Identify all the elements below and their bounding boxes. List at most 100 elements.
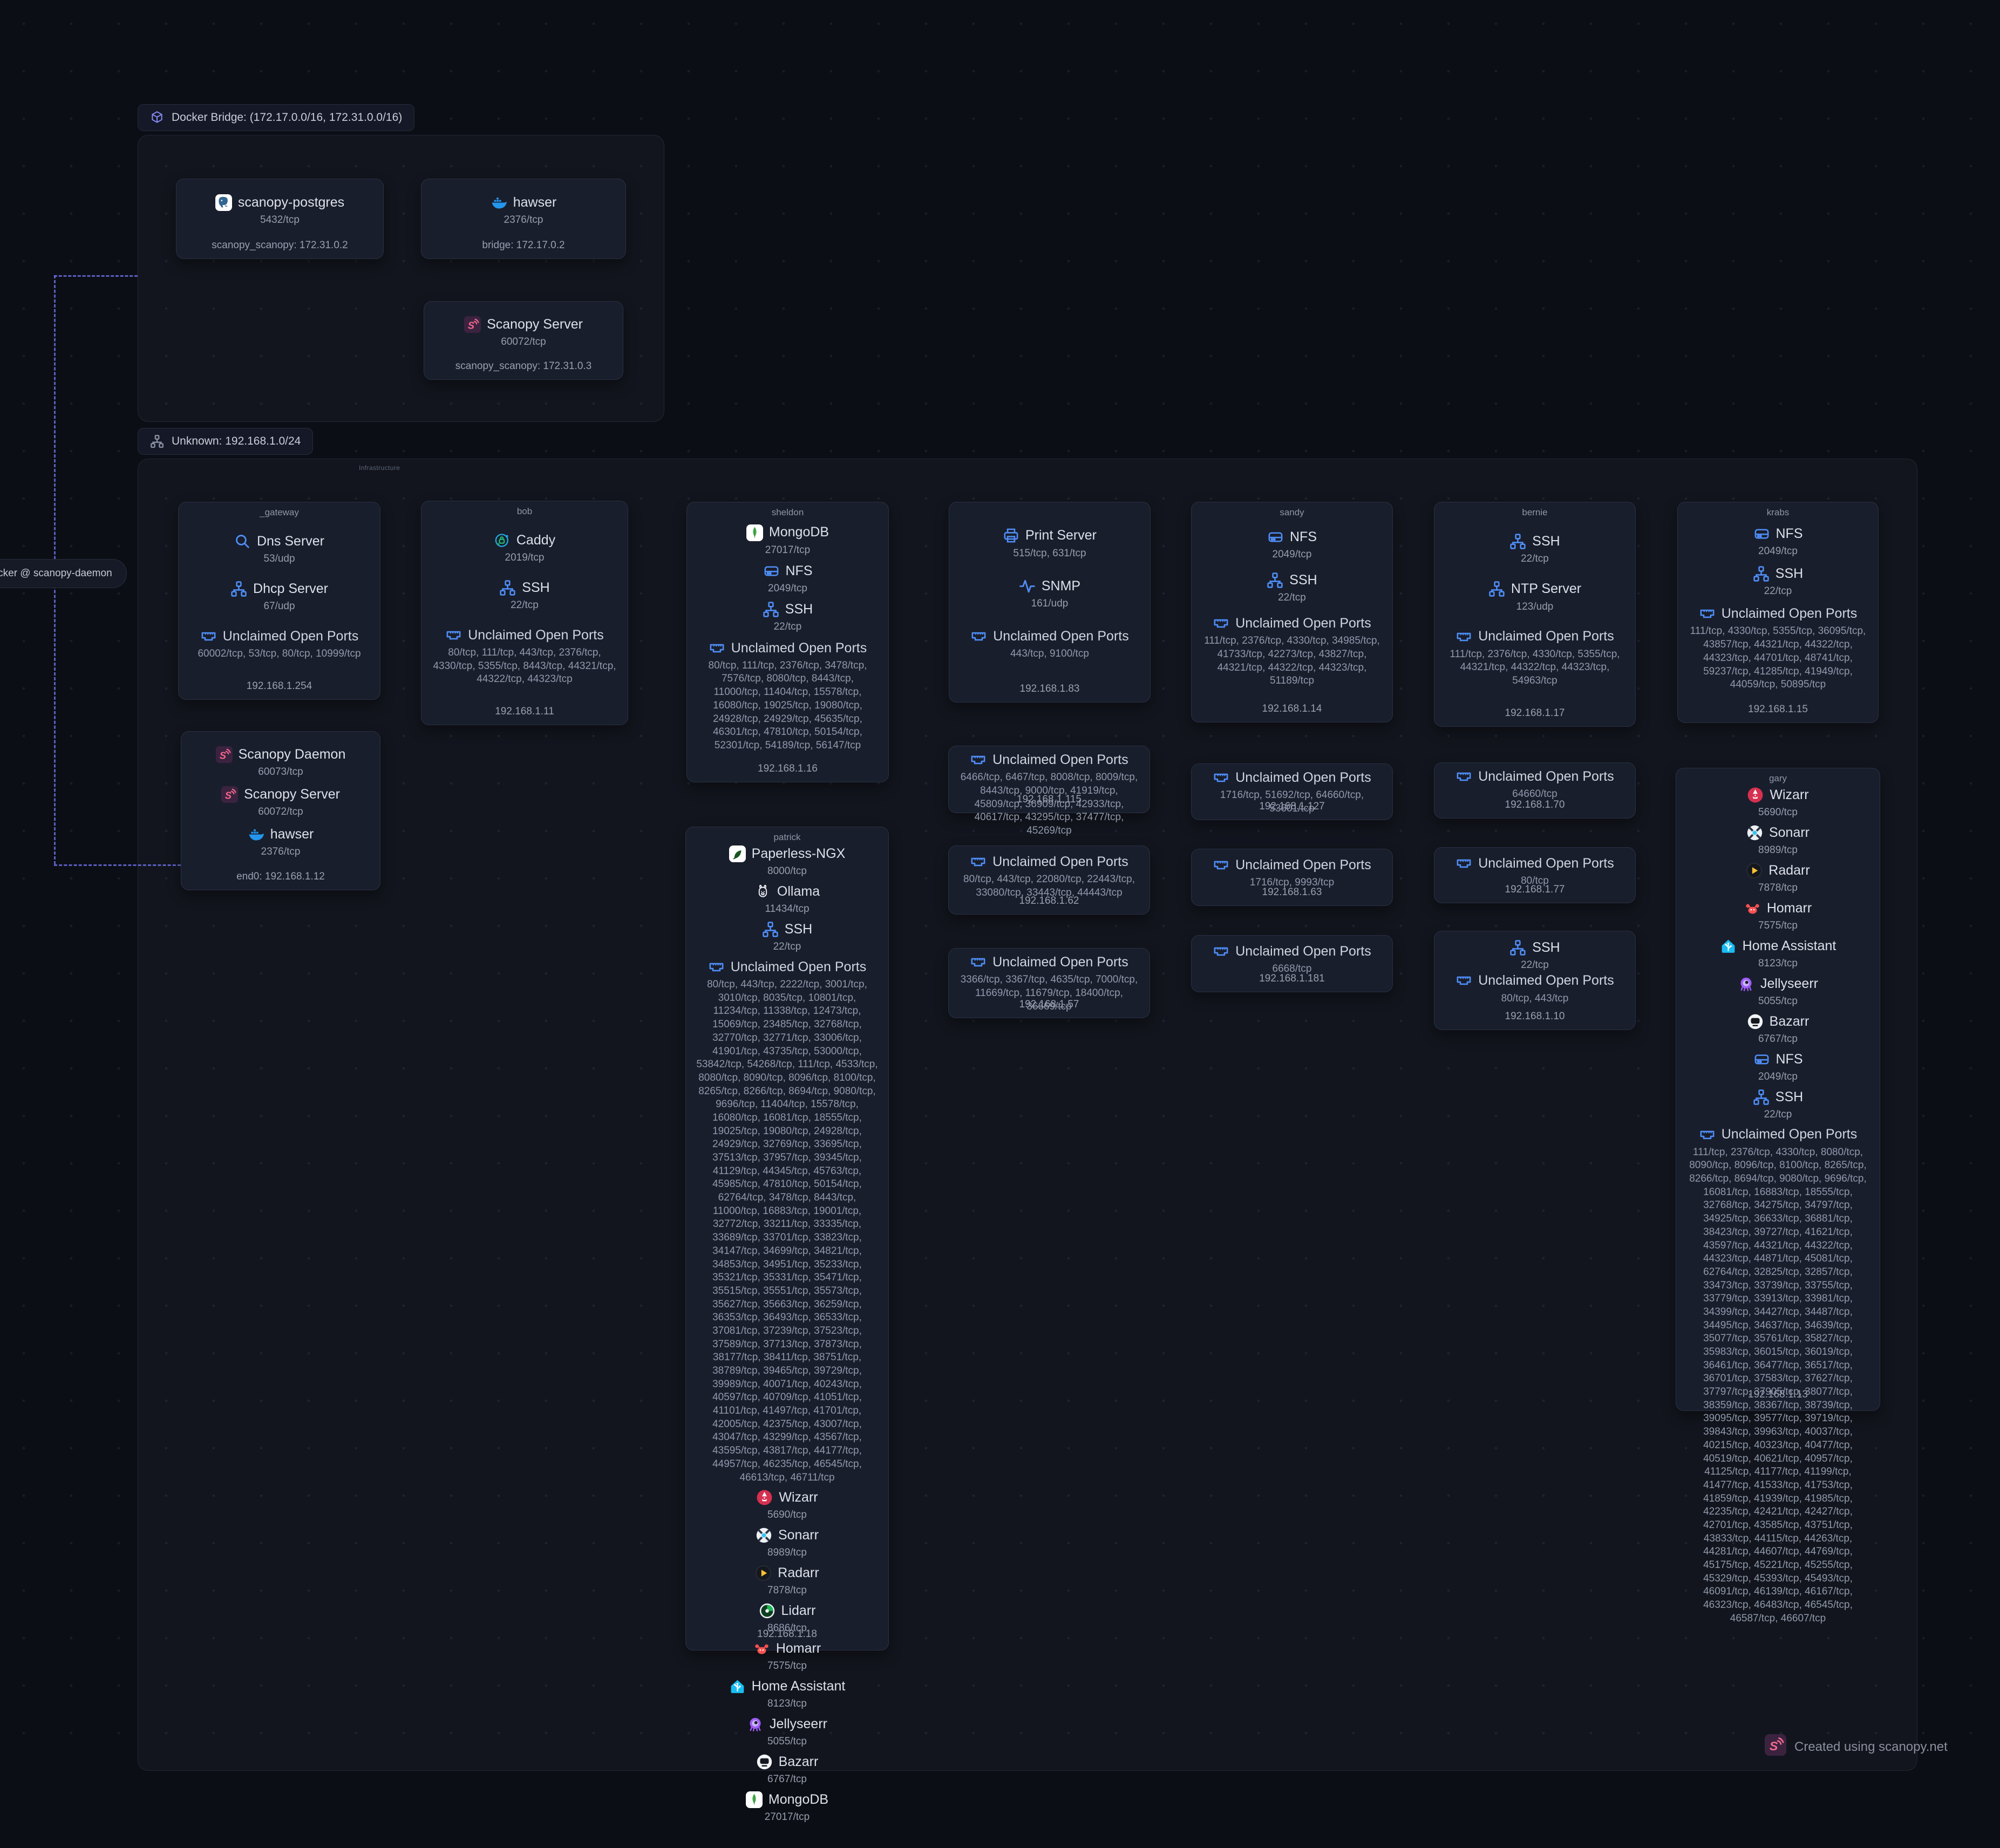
network-icon: [230, 581, 247, 597]
service-unclaimed-open-ports[interactable]: Unclaimed Open Ports 80/tcp, 111/tcp, 23…: [692, 640, 883, 753]
service-unclaimed-open-ports[interactable]: Unclaimed Open Ports 60002/tcp, 53/tcp, …: [184, 628, 375, 661]
service-sonarr[interactable]: Sonarr 8989/tcp: [691, 1527, 883, 1560]
host-card-scanopy-postgres[interactable]: scanopy-postgres 5432/tcp scanopy_scanop…: [176, 179, 384, 259]
service-sonarr[interactable]: Sonarr 8989/tcp: [1682, 824, 1874, 857]
service-ports: 60002/tcp, 53/tcp, 80/tcp, 10999/tcp: [184, 647, 375, 661]
scanopy-icon: S: [1765, 1734, 1786, 1760]
service-bazarr[interactable]: Bazarr 6767/tcp: [691, 1754, 883, 1786]
service-scanopy-postgres[interactable]: scanopy-postgres 5432/tcp: [182, 194, 378, 227]
service-ports: 22/tcp: [692, 620, 883, 634]
host-card-host-70[interactable]: Unclaimed Open Ports 64660/tcp 192.168.1…: [1434, 762, 1636, 819]
service-ssh[interactable]: SSH 22/tcp: [692, 601, 883, 634]
service-hawser[interactable]: hawser 2376/tcp: [427, 194, 620, 227]
service-scanopy-server[interactable]: S Scanopy Server 60072/tcp: [187, 786, 375, 819]
service-dns-server[interactable]: Dns Server 53/udp: [184, 533, 375, 566]
host-card-hawser-bridge[interactable]: hawser 2376/tcp bridge: 172.17.0.2: [421, 179, 626, 259]
service-unclaimed-open-ports[interactable]: Unclaimed Open Ports 443/tcp, 9100/tcp: [955, 628, 1145, 661]
scanopy-icon: S: [464, 316, 481, 333]
service-ssh[interactable]: SSH 22/tcp: [1440, 533, 1630, 566]
ethernet-icon: [709, 640, 725, 657]
host-card-host-127[interactable]: Unclaimed Open Ports 1716/tcp, 51692/tcp…: [1191, 763, 1393, 820]
host-ip: 192.168.1.11: [421, 706, 628, 718]
host-card-scanopy-daemon-host[interactable]: S Scanopy Daemon 60073/tcp S Scanopy Ser…: [181, 731, 380, 890]
service-nfs[interactable]: NFS 2049/tcp: [1197, 529, 1387, 562]
service-ollama[interactable]: Ollama 11434/tcp: [691, 883, 883, 916]
service-scanopy-daemon[interactable]: S Scanopy Daemon 60073/tcp: [187, 746, 375, 779]
service-ssh[interactable]: SSH 22/tcp: [691, 921, 883, 954]
host-card-krabs[interactable]: krabs NFS 2049/tcp SSH 22/tcp Unclaimed …: [1677, 502, 1879, 723]
service-dhcp-server[interactable]: Dhcp Server 67/udp: [184, 581, 375, 613]
host-card-gary[interactable]: gary Wizarr 5690/tcp Sonarr 8989/tcp Rad…: [1676, 768, 1880, 1411]
host-card-gateway[interactable]: _gateway Dns Server 53/udp Dhcp Server 6…: [178, 502, 380, 700]
host-card-sheldon[interactable]: sheldon MongoDB 27017/tcp NFS 2049/tcp S…: [686, 502, 889, 782]
service-jellyseerr[interactable]: Jellyseerr 5055/tcp: [691, 1716, 883, 1749]
service-nfs[interactable]: NFS 2049/tcp: [692, 563, 883, 596]
service-jellyseerr[interactable]: Jellyseerr 5055/tcp: [1682, 976, 1874, 1008]
service-ports: 6767/tcp: [1682, 1033, 1874, 1046]
service-unclaimed-open-ports[interactable]: Unclaimed Open Ports 80/tcp, 443/tcp: [1440, 972, 1630, 1005]
service-nfs[interactable]: NFS 2049/tcp: [1683, 526, 1873, 558]
service-scanopy-server[interactable]: S Scanopy Server 60072/tcp: [430, 316, 617, 349]
service-wizarr[interactable]: Wizarr 5690/tcp: [1682, 787, 1874, 820]
service-paperless-ngx[interactable]: Paperless-NGX 8000/tcp: [691, 845, 883, 878]
host-card-host-10[interactable]: SSH 22/tcp Unclaimed Open Ports 80/tcp, …: [1434, 931, 1636, 1030]
service-radarr[interactable]: Radarr 7878/tcp: [691, 1565, 883, 1598]
group-pill-docker-bridge[interactable]: Docker Bridge: (172.17.0.0/16, 172.31.0.…: [138, 104, 414, 131]
group-pill-unknown-network[interactable]: Unknown: 192.168.1.0/24: [138, 428, 313, 455]
host-card-scanopy-server-bridge[interactable]: S Scanopy Server 60072/tcp scanopy_scano…: [424, 301, 623, 380]
service-ssh[interactable]: SSH 22/tcp: [1197, 572, 1387, 605]
host-card-host-77[interactable]: Unclaimed Open Ports 80/tcp 192.168.1.77: [1434, 847, 1636, 903]
service-unclaimed-open-ports[interactable]: Unclaimed Open Ports 111/tcp, 4330/tcp, …: [1683, 605, 1873, 692]
service-bazarr[interactable]: Bazarr 6767/tcp: [1682, 1013, 1874, 1046]
service-ports: 60073/tcp: [187, 766, 375, 779]
host-card-host-63[interactable]: Unclaimed Open Ports 1716/tcp, 9993/tcp …: [1191, 849, 1393, 906]
service-ssh[interactable]: SSH 22/tcp: [1683, 565, 1873, 598]
service-print-server[interactable]: Print Server 515/tcp, 631/tcp: [955, 527, 1145, 560]
host-title: gary: [1676, 773, 1880, 784]
service-hawser[interactable]: hawser 2376/tcp: [187, 826, 375, 859]
service-ssh[interactable]: SSH 22/tcp: [1682, 1089, 1874, 1122]
host-card-host-57[interactable]: Unclaimed Open Ports 3366/tcp, 3367/tcp,…: [948, 948, 1150, 1018]
postgres-icon: [215, 194, 232, 211]
service-ssh[interactable]: SSH 22/tcp: [427, 579, 622, 612]
service-unclaimed-open-ports[interactable]: Unclaimed Open Ports 80/tcp, 443/tcp, 22…: [691, 959, 883, 1484]
service-unclaimed-open-ports[interactable]: Unclaimed Open Ports 80/tcp, 111/tcp, 44…: [427, 627, 622, 686]
service-wizarr[interactable]: Wizarr 5690/tcp: [691, 1489, 883, 1522]
service-homarr[interactable]: Homarr 7575/tcp: [1682, 900, 1874, 933]
service-caddy[interactable]: Caddy 2019/tcp: [427, 532, 622, 565]
service-unclaimed-open-ports[interactable]: Unclaimed Open Ports 80/tcp, 443/tcp, 22…: [954, 854, 1144, 900]
service-ports: 22/tcp: [1197, 591, 1387, 605]
service-nfs[interactable]: NFS 2049/tcp: [1682, 1051, 1874, 1084]
host-card-host-115[interactable]: Unclaimed Open Ports 6466/tcp, 6467/tcp,…: [948, 746, 1150, 813]
service-homarr[interactable]: Homarr 7575/tcp: [691, 1640, 883, 1673]
service-unclaimed-open-ports[interactable]: Unclaimed Open Ports 111/tcp, 2376/tcp, …: [1682, 1126, 1874, 1625]
host-card-printer-host[interactable]: Print Server 515/tcp, 631/tcp SNMP 161/u…: [949, 502, 1151, 703]
service-unclaimed-open-ports[interactable]: Unclaimed Open Ports 1716/tcp, 9993/tcp: [1197, 857, 1387, 890]
service-radarr[interactable]: Radarr 7878/tcp: [1682, 862, 1874, 895]
host-card-host-62[interactable]: Unclaimed Open Ports 80/tcp, 443/tcp, 22…: [948, 845, 1150, 915]
host-card-bob[interactable]: bob Caddy 2019/tcp SSH 22/tcp Unclaimed …: [421, 501, 628, 725]
service-ntp-server[interactable]: NTP Server 123/udp: [1440, 581, 1630, 613]
host-card-host-181[interactable]: Unclaimed Open Ports 6668/tcp 192.168.1.…: [1191, 935, 1393, 992]
wizarr-icon: [1747, 787, 1764, 803]
service-ports: 60072/tcp: [187, 806, 375, 819]
service-ssh[interactable]: SSH 22/tcp: [1440, 939, 1630, 972]
service-mongodb[interactable]: MongoDB 27017/tcp: [691, 1791, 883, 1824]
service-unclaimed-open-ports[interactable]: Unclaimed Open Ports 111/tcp, 2376/tcp, …: [1197, 615, 1387, 688]
service-home-assistant[interactable]: Home Assistant 8123/tcp: [691, 1678, 883, 1711]
host-card-sandy[interactable]: sandy NFS 2049/tcp SSH 22/tcp Unclaimed …: [1191, 502, 1393, 722]
service-snmp[interactable]: SNMP 161/udp: [955, 578, 1145, 611]
ethernet-icon: [1455, 768, 1472, 785]
service-unclaimed-open-ports[interactable]: Unclaimed Open Ports 111/tcp, 2376/tcp, …: [1440, 628, 1630, 687]
service-mongodb[interactable]: MongoDB 27017/tcp: [692, 524, 883, 557]
bazarr-icon: [1747, 1013, 1764, 1030]
scanopy-credit[interactable]: S Created using scanopy.net: [1765, 1734, 1948, 1760]
host-card-patrick[interactable]: patrick Paperless-NGX 8000/tcp Ollama 11…: [685, 827, 889, 1651]
service-unclaimed-open-ports[interactable]: Unclaimed Open Ports 6668/tcp: [1197, 943, 1387, 976]
connector-segment-bottom: [54, 864, 181, 866]
host-card-bernie[interactable]: bernie SSH 22/tcp NTP Server 123/udp Unc…: [1434, 502, 1636, 727]
service-unclaimed-open-ports[interactable]: Unclaimed Open Ports 80/tcp: [1440, 855, 1630, 888]
service-ports: 111/tcp, 2376/tcp, 4330/tcp, 8080/tcp, 8…: [1682, 1146, 1874, 1626]
service-unclaimed-open-ports[interactable]: Unclaimed Open Ports 64660/tcp: [1440, 768, 1630, 801]
service-home-assistant[interactable]: Home Assistant 8123/tcp: [1682, 938, 1874, 971]
